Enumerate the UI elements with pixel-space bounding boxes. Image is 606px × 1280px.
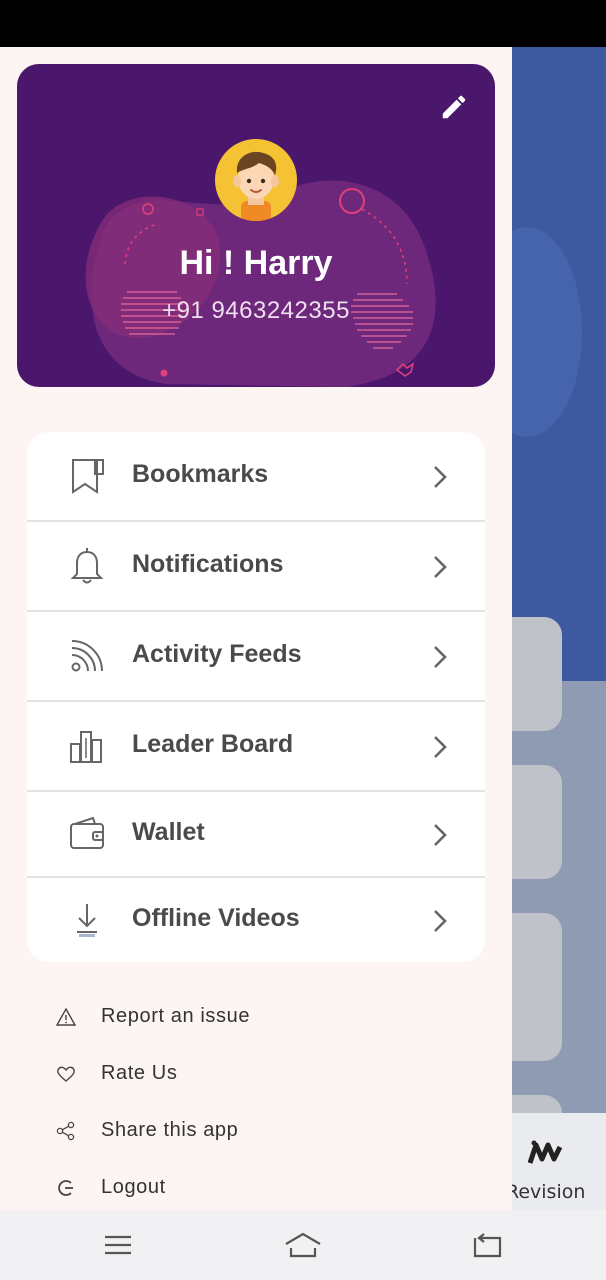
- link-label: Rate Us: [101, 1062, 178, 1084]
- home-icon[interactable]: [283, 1228, 323, 1262]
- link-label: Share this app: [101, 1119, 239, 1141]
- chevron-right-icon: [434, 646, 447, 668]
- system-nav-bar: [0, 1210, 606, 1280]
- download-icon: [77, 904, 97, 937]
- menu-item-activity-feeds[interactable]: Activity Feeds: [27, 612, 485, 702]
- menu-item-leader-board[interactable]: Leader Board: [27, 702, 485, 792]
- menu-item-label: Activity Feeds: [132, 640, 302, 668]
- menu-item-offline-videos[interactable]: Offline Videos: [27, 878, 485, 962]
- profile-card: Hi ! Harry +91 9463242355: [17, 64, 495, 387]
- link-label: Logout: [101, 1176, 166, 1198]
- menu-card: Bookmarks Notifications Activity Feeds L…: [27, 432, 485, 962]
- menu-item-label: Leader Board: [132, 730, 294, 758]
- back-icon[interactable]: [467, 1228, 507, 1262]
- chevron-right-icon: [434, 910, 447, 932]
- revision-label: Revision: [512, 1181, 586, 1203]
- revision-icon: [528, 1140, 563, 1164]
- bar-chart-icon: [70, 731, 102, 763]
- heart-icon: [57, 1066, 75, 1082]
- chevron-right-icon: [434, 824, 447, 846]
- logout-icon: [58, 1180, 73, 1196]
- background-card: [512, 617, 562, 731]
- link-label: Report an issue: [101, 1005, 251, 1027]
- chevron-right-icon: [434, 466, 447, 488]
- background-bottom-nav: Revision: [512, 1113, 606, 1210]
- share-icon: [56, 1121, 75, 1141]
- status-bar: [0, 0, 606, 47]
- menu-item-label: Bookmarks: [132, 460, 269, 488]
- background-app[interactable]: Revision: [512, 47, 606, 1210]
- menu-item-label: Notifications: [132, 550, 284, 578]
- boy-avatar-icon: [233, 151, 279, 221]
- rss-icon: [71, 640, 103, 672]
- rate-us-link[interactable]: Rate Us: [0, 1054, 512, 1094]
- bookmark-icon: [72, 459, 104, 494]
- chevron-right-icon: [434, 556, 447, 578]
- menu-item-wallet[interactable]: Wallet: [27, 792, 485, 878]
- menu-icon[interactable]: [98, 1228, 138, 1262]
- logout-link[interactable]: Logout: [0, 1168, 512, 1208]
- share-app-link[interactable]: Share this app: [0, 1111, 512, 1151]
- pencil-icon[interactable]: [439, 92, 469, 122]
- greeting: Hi ! Harry: [179, 244, 333, 282]
- avatar[interactable]: [215, 139, 297, 221]
- navigation-drawer: Hi ! Harry +91 9463242355 Bookmarks Noti…: [0, 47, 512, 1210]
- menu-item-label: Wallet: [132, 818, 205, 846]
- warning-icon: [56, 1007, 76, 1026]
- bell-icon: [70, 548, 104, 584]
- menu-item-bookmarks[interactable]: Bookmarks: [27, 432, 485, 522]
- chevron-right-icon: [434, 736, 447, 758]
- wallet-icon: [70, 816, 104, 849]
- background-card: [512, 913, 562, 1061]
- background-hero: [512, 47, 606, 681]
- profile-decoration: [85, 180, 436, 387]
- menu-item-notifications[interactable]: Notifications: [27, 522, 485, 612]
- report-issue-link[interactable]: Report an issue: [0, 997, 512, 1037]
- background-card: [512, 765, 562, 879]
- menu-item-label: Offline Videos: [132, 904, 300, 932]
- phone-number: +91 9463242355: [162, 297, 350, 324]
